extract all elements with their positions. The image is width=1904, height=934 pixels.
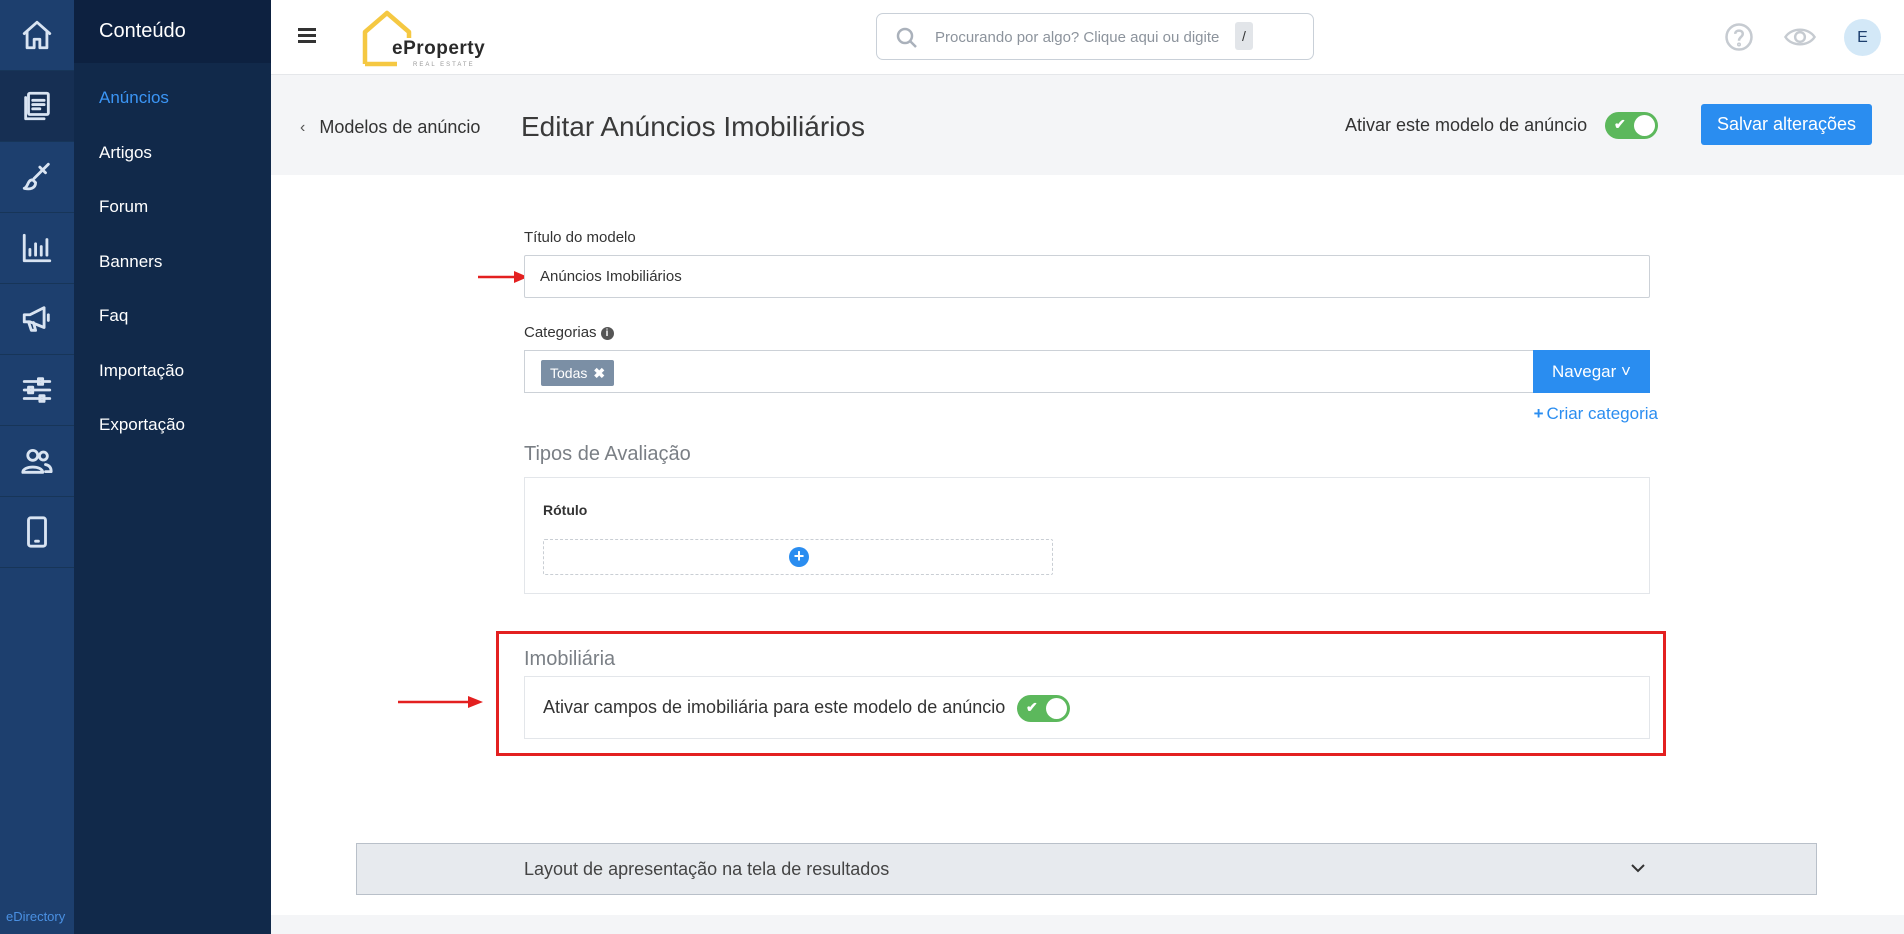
icon-rail: eDirectory: [0, 0, 74, 934]
subnav-item-exportacao[interactable]: Exportação: [74, 398, 271, 453]
add-review-type-zone[interactable]: +: [543, 539, 1053, 575]
megaphone-icon: [22, 306, 50, 332]
real-estate-toggle-label: Ativar campos de imobiliária para este m…: [543, 697, 1006, 717]
categories-label: Categorias i: [524, 324, 614, 341]
subnav-item-faq[interactable]: Faq: [74, 289, 271, 344]
check-icon: ✔: [1026, 699, 1038, 715]
subnav-item-importacao[interactable]: Importação: [74, 344, 271, 399]
rail-users[interactable]: [0, 426, 74, 497]
rail-settings[interactable]: [0, 355, 74, 426]
rail-design[interactable]: [0, 142, 74, 213]
add-circle-icon: +: [789, 547, 809, 567]
create-category-link[interactable]: + Criar categoria: [1534, 404, 1658, 424]
back-link-label: Modelos de anúncio: [319, 117, 481, 137]
review-types-title: Tipos de Avaliação: [524, 443, 691, 465]
results-layout-accordion[interactable]: Layout de apresentação na tela de result…: [356, 843, 1817, 895]
back-link[interactable]: ‹ Modelos de anúncio: [300, 117, 480, 138]
home-icon: [22, 20, 52, 50]
chart-icon: [22, 233, 52, 263]
create-category-label: Criar categoria: [1546, 404, 1659, 423]
category-tag: Todas ✖: [541, 360, 615, 386]
help-icon[interactable]: [1724, 22, 1754, 52]
activate-template-toggle[interactable]: ✔: [1605, 112, 1658, 139]
chevron-down-icon: ˅: [1621, 361, 1631, 381]
categories-field[interactable]: Todas ✖: [524, 350, 1537, 393]
check-icon: ✔: [1614, 116, 1626, 132]
save-changes-button[interactable]: Salvar alterações: [1701, 104, 1872, 145]
search-shortcut-key: /: [1235, 22, 1253, 50]
main-content: Título do modelo Categoriasi Todas ✖ Nave…: [271, 175, 1904, 915]
real-estate-title: Imobiliária: [524, 648, 616, 670]
browse-label: Navegar: [1552, 361, 1617, 381]
logo-subtitle: REAL ESTATE: [413, 62, 475, 68]
chevron-left-icon: ‹: [300, 118, 306, 136]
logo-text: eProperty: [392, 38, 486, 59]
logo[interactable]: eProperty REAL ESTATE: [361, 8, 491, 68]
subnav-title: Conteúdo: [74, 0, 271, 63]
menu-toggle-icon[interactable]: [298, 28, 316, 43]
activate-template-label: Ativar este modelo de anúncio: [1345, 115, 1588, 135]
chevron-down-icon: [1630, 860, 1646, 876]
preview-eye-icon[interactable]: [1783, 24, 1817, 50]
subnav-item-banners[interactable]: Banners: [74, 235, 271, 290]
rail-mobile[interactable]: [0, 497, 74, 568]
page-header: ‹ Modelos de anúncio Editar Anúncios Imo…: [271, 75, 1904, 175]
user-avatar[interactable]: E: [1844, 19, 1881, 56]
real-estate-toggle[interactable]: ✔: [1017, 695, 1070, 722]
subnav-item-forum[interactable]: Forum: [74, 180, 271, 235]
page-title: Editar Anúncios Imobiliários: [521, 111, 865, 142]
rail-home[interactable]: [0, 0, 74, 71]
search-icon: [895, 26, 919, 50]
search-box[interactable]: /: [876, 13, 1314, 60]
search-input[interactable]: [935, 24, 1235, 50]
rail-promotion[interactable]: [0, 284, 74, 355]
template-title-input[interactable]: [524, 255, 1650, 298]
mobile-icon: [27, 516, 47, 548]
documents-icon: [24, 91, 50, 121]
rail-footer-brand[interactable]: eDirectory: [6, 909, 65, 924]
categories-label-text: Categorias: [524, 324, 597, 341]
rail-content[interactable]: [0, 71, 74, 142]
rail-reports[interactable]: [0, 213, 74, 284]
template-title-label: Título do modelo: [524, 229, 636, 246]
review-types-panel: Rótulo +: [524, 477, 1650, 594]
category-tag-label: Todas: [550, 365, 588, 381]
real-estate-panel: Ativar campos de imobiliária para este m…: [524, 676, 1650, 739]
remove-tag-icon[interactable]: ✖: [593, 365, 605, 381]
brush-icon: [22, 162, 50, 191]
users-icon: [21, 448, 53, 474]
info-icon[interactable]: i: [600, 327, 614, 340]
red-arrow-icon: [398, 695, 483, 709]
sliders-icon: [22, 377, 52, 403]
accordion-label: Layout de apresentação na tela de result…: [524, 859, 890, 879]
plus-icon: +: [1533, 404, 1544, 423]
top-bar: eProperty REAL ESTATE / E: [271, 0, 1904, 75]
red-arrow-icon: [478, 270, 528, 284]
subnav-item-anuncios[interactable]: Anúncios: [74, 71, 271, 126]
content-subnav: Conteúdo Anúncios Artigos Forum Banners …: [74, 0, 271, 934]
subnav-item-artigos[interactable]: Artigos: [74, 126, 271, 181]
browse-categories-button[interactable]: Navegar ˅: [1533, 350, 1650, 393]
rotulo-label: Rótulo: [543, 502, 588, 518]
